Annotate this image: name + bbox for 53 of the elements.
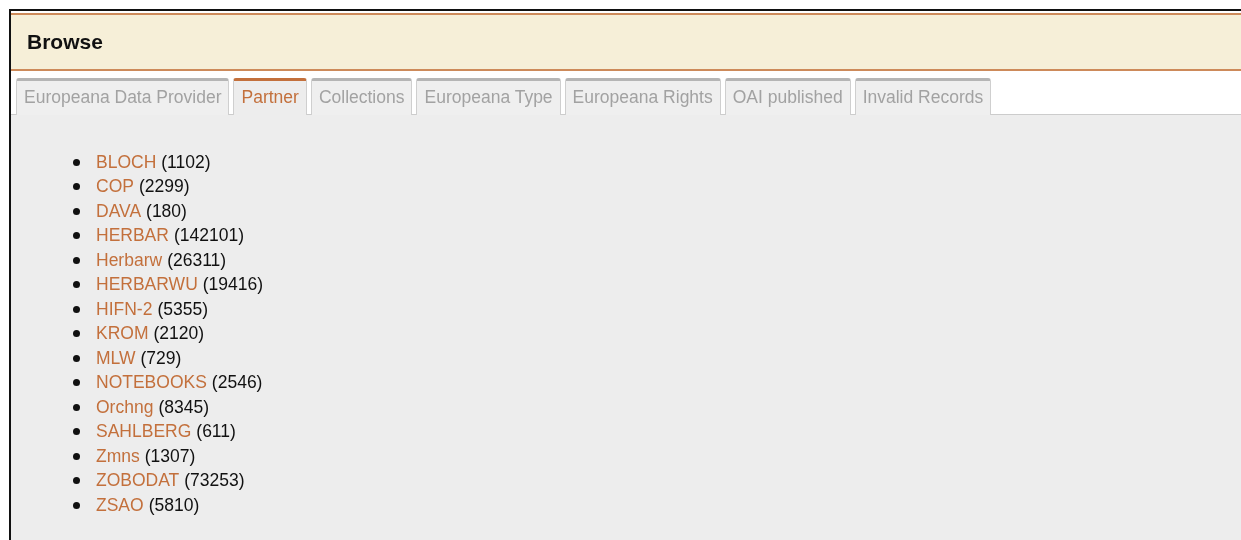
- record-count: (611): [196, 421, 236, 443]
- partner-link[interactable]: ZOBODAT: [96, 470, 180, 492]
- record-count: (73253): [184, 470, 245, 492]
- bullet-icon: [73, 256, 80, 264]
- partner-link[interactable]: MLW: [96, 347, 136, 369]
- bullet-icon: [73, 403, 80, 411]
- bullet-icon: [73, 305, 80, 313]
- partner-link[interactable]: HIFN-2: [96, 298, 153, 320]
- record-count: (1307): [144, 445, 196, 467]
- record-count: (142101): [173, 225, 244, 247]
- partner-link[interactable]: Orchng: [96, 396, 154, 418]
- bullet-icon: [73, 477, 80, 485]
- partner-link[interactable]: Herbarw: [96, 249, 163, 271]
- partner-link[interactable]: Zmns: [96, 445, 140, 467]
- page-title: Browse: [27, 30, 103, 54]
- bullet-icon: [73, 183, 80, 191]
- partner-link[interactable]: HERBARWU: [96, 274, 198, 296]
- bullet-icon: [73, 501, 80, 509]
- bullet-icon: [73, 428, 80, 436]
- record-count: (2120): [153, 323, 205, 345]
- record-count: (2299): [138, 176, 190, 198]
- partner-link[interactable]: DAVA: [96, 200, 142, 222]
- tab[interactable]: Partner: [233, 78, 307, 115]
- record-count: (180): [146, 200, 187, 222]
- partner-link[interactable]: KROM: [96, 323, 149, 345]
- record-count: (5810): [148, 494, 200, 516]
- partner-link[interactable]: BLOCH: [96, 151, 157, 173]
- tab[interactable]: Europeana Rights: [564, 78, 721, 115]
- partner-link[interactable]: SAHLBERG: [96, 421, 192, 443]
- record-count: (26311): [167, 249, 227, 271]
- record-count: (729): [140, 347, 182, 369]
- partner-link[interactable]: HERBAR: [96, 225, 169, 247]
- bullet-icon: [73, 281, 80, 289]
- record-count: (8345): [158, 396, 209, 418]
- tab[interactable]: Invalid Records: [854, 78, 992, 115]
- bullet-icon: [73, 354, 80, 362]
- bullet-icon: [73, 158, 80, 166]
- record-count: (2546): [211, 372, 263, 394]
- bullet-icon: [73, 379, 80, 387]
- tab[interactable]: Europeana Data Provider: [16, 78, 230, 115]
- tab[interactable]: Europeana Type: [416, 78, 561, 115]
- bullet-icon: [73, 452, 80, 460]
- tab[interactable]: OAI published: [724, 78, 851, 115]
- bullet-icon: [73, 207, 80, 215]
- partner-link[interactable]: NOTEBOOKS: [96, 372, 207, 394]
- tab[interactable]: Collections: [310, 78, 413, 115]
- bullet-icon: [73, 232, 80, 240]
- bullet-icon: [73, 330, 80, 338]
- record-count: (5355): [157, 298, 208, 320]
- record-count: (1102): [161, 151, 211, 173]
- record-count: (19416): [202, 274, 264, 296]
- partner-link[interactable]: ZSAO: [96, 494, 144, 516]
- partner-link[interactable]: COP: [96, 176, 134, 198]
